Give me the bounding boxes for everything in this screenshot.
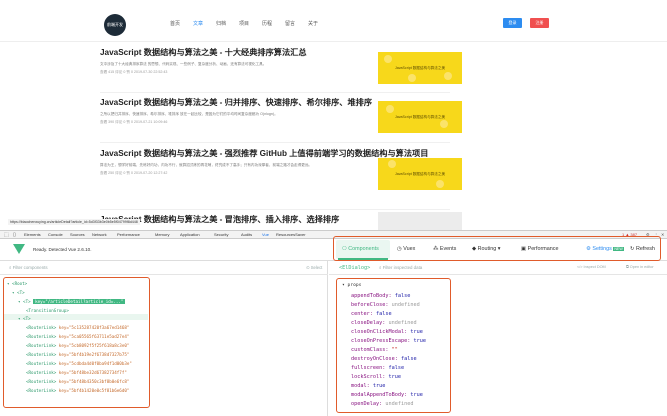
tree-node[interactable]: ▾ <T> [12, 290, 25, 295]
props-panel: ▾ props appendToBody: false beforeClose:… [336, 278, 451, 413]
prop-row[interactable]: lockScroll: true [351, 374, 401, 380]
devtools-tab-memory[interactable]: Memory [155, 232, 169, 237]
nav-archive[interactable]: 归档 [216, 20, 239, 27]
vue-tab-performance[interactable]: ▣ Performance [521, 246, 558, 252]
status-url: https://biaochenxuying.cn/articleDetail?… [8, 219, 140, 225]
prop-row[interactable]: closeDelay: undefined [351, 320, 417, 326]
prop-row[interactable]: beforeClose: undefined [351, 302, 420, 308]
login-button[interactable]: 登录 [503, 18, 522, 28]
vue-refresh-button[interactable]: ↻ Refresh [630, 246, 655, 252]
filter-components-input[interactable]: ⌕ Filter components [9, 265, 48, 270]
devtools-tab-audits[interactable]: Audits [241, 232, 252, 237]
settings-new-badge: NEW [613, 247, 624, 251]
vue-logo-icon [13, 244, 25, 254]
component-filter-row: ⌕ Filter components ⊙ Select [0, 261, 328, 275]
prop-row[interactable]: fullscreen: false [351, 365, 404, 371]
tree-node-routerlink[interactable]: <RouterLink> key="5c135287420f3a67ed1468… [26, 325, 129, 330]
vue-ready-status: Ready. Detected Vue 2.6.10. [33, 247, 92, 252]
devtools-tab-vue[interactable]: Vue [262, 232, 269, 237]
selected-component-name: <ElDialog> [339, 265, 371, 271]
thumbnail-label: JavaScript 数据结构与算法之美 [394, 114, 446, 119]
inspect-dom-button[interactable]: </> Inspect DOM [577, 265, 606, 269]
thumbnail-label: JavaScript 数据结构与算法之美 [394, 171, 446, 176]
inspector-pane: <ElDialog> ⌕ Filter inspected data </> I… [329, 261, 667, 416]
tree-node-routerlink[interactable]: <RouterLink> key="5bf4b1420e0c5f81b6e6d0… [26, 388, 129, 393]
devtools-tab-sources[interactable]: Sources [70, 232, 85, 237]
tree-node-routerlink[interactable]: <RouterLink> key="5cb8092f5f25f618a8c3e0… [26, 343, 129, 348]
inspector-header: <ElDialog> ⌕ Filter inspected data </> I… [329, 261, 667, 275]
site-header: 前端开发 首页 文章 归档 项目 历程 留言 关于 登录 注册 [0, 0, 667, 42]
nav-message[interactable]: 留言 [285, 20, 308, 27]
devtools-tab-console[interactable]: Console [48, 232, 63, 237]
device-toolbar-icon[interactable]: ▯ [13, 232, 16, 238]
tree-node-routerlink[interactable]: <RouterLink> key="5ca05565f63711e5ad27e4… [26, 334, 129, 339]
article-thumbnail[interactable] [378, 212, 462, 230]
devtools-tab-elements[interactable]: Elements [24, 232, 41, 237]
tree-node[interactable]: ▾ <T> [18, 316, 31, 321]
nav-projects[interactable]: 项目 [239, 20, 262, 27]
tree-node[interactable]: <TransitionGroup> [26, 308, 69, 313]
article-thumbnail[interactable]: JavaScript 数据结构与算法之美 [378, 52, 462, 84]
prop-row[interactable]: destroyOnClose: false [351, 356, 417, 362]
nav-timeline[interactable]: 历程 [262, 20, 285, 27]
nav-articles[interactable]: 文章 [193, 20, 216, 27]
tree-node-routerlink[interactable]: <RouterLink> key="5cdbda4d0f0ba94f1d00b3… [26, 361, 132, 366]
open-in-editor-button[interactable]: ⧉ Open in editor [626, 265, 654, 269]
tree-node-root[interactable]: ▾ <Root> [7, 281, 27, 286]
tree-node-routerlink[interactable]: <RouterLink> key="5bf4b19e2f6738d7327b75… [26, 352, 129, 357]
prop-row[interactable]: appendToBody: false [351, 293, 410, 299]
close-devtools-icon[interactable]: ✕ [661, 232, 664, 237]
vue-tab-events[interactable]: ⁂ Events [433, 246, 456, 252]
prop-row[interactable]: closeOnClickModal: true [351, 329, 423, 335]
vue-tab-routing[interactable]: ◆ Routing ▾ [472, 246, 500, 252]
filter-inspected-input[interactable]: ⌕ Filter inspected data [379, 265, 422, 270]
prop-row[interactable]: openDelay: undefined [351, 401, 413, 407]
devtools-tab-performance[interactable]: Performance [117, 232, 140, 237]
vue-tab-vuex[interactable]: ◷ Vuex [397, 246, 415, 252]
vue-tabs-highlight: ⎔ Components ◷ Vuex ⁂ Events ◆ Routing ▾… [333, 236, 661, 261]
tree-node-routerlink[interactable]: <RouterLink> key="5bf48b4350c3bf8b0e6fc8… [26, 379, 129, 384]
register-button[interactable]: 注册 [530, 18, 549, 28]
props-header[interactable]: ▾ props [342, 283, 361, 288]
devtools-tab-resourcessaver[interactable]: ResourcesSaver [276, 232, 306, 237]
devtools-tab-security[interactable]: Security [214, 232, 228, 237]
article-thumbnail[interactable]: JavaScript 数据结构与算法之美 [378, 101, 462, 133]
prop-row[interactable]: closeOnPressEscape: true [351, 338, 426, 344]
nav-about[interactable]: 关于 [308, 20, 331, 27]
devtools-tab-application[interactable]: Application [180, 232, 200, 237]
thumbnail-label: JavaScript 数据结构与算法之美 [394, 65, 446, 70]
article-thumbnail[interactable]: JavaScript 数据结构与算法之美 [378, 158, 462, 190]
site-nav: 首页 文章 归档 项目 历程 留言 关于 [170, 20, 331, 27]
prop-row[interactable]: modal: true [351, 383, 385, 389]
active-tab-underline [338, 258, 388, 260]
inspect-element-icon[interactable]: ⬚ [4, 232, 9, 238]
tree-node-selected[interactable]: ▾ <T> key="/articleDetail?article_id=...… [18, 299, 126, 304]
nav-home[interactable]: 首页 [170, 20, 193, 27]
prop-row[interactable]: modalAppendToBody: true [351, 392, 423, 398]
select-component-button[interactable]: ⊙ Select [306, 265, 322, 270]
component-tree-pane: ⌕ Filter components ⊙ Select ▾ <Root> ▾ … [0, 261, 328, 416]
prop-row[interactable]: center: false [351, 311, 392, 317]
site-logo[interactable]: 前端开发 [104, 14, 126, 36]
tree-node-routerlink[interactable]: <RouterLink> key="5bf48be32d67382734f7f" [26, 370, 127, 375]
prop-row[interactable]: customClass: "" [351, 347, 398, 353]
vue-tab-components[interactable]: ⎔ Components [342, 246, 379, 252]
vue-tab-settings[interactable]: ⚙ Settings NEW [586, 246, 624, 252]
component-tree: ▾ <Root> ▾ <T> ▾ <T> key="/articleDetail… [3, 277, 150, 408]
devtools-tab-network[interactable]: Network [92, 232, 107, 237]
